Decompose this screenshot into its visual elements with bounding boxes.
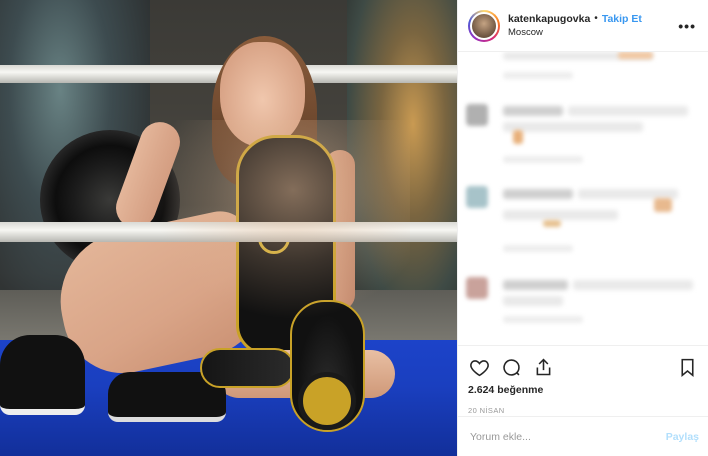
- comments-list-blurred: [458, 52, 708, 345]
- comment-input[interactable]: [470, 430, 666, 443]
- blurred-comment-text: [503, 122, 643, 132]
- blurred-meta: [503, 156, 583, 163]
- post-header: katenkapugovka • Takip Et Moscow •••: [458, 0, 708, 52]
- blurred-comment-text: [568, 106, 688, 116]
- share-icon[interactable]: [532, 356, 554, 378]
- blurred-emoji: [618, 52, 653, 59]
- post-comment-button[interactable]: Paylaş: [666, 431, 699, 443]
- username-link[interactable]: katenkapugovka: [508, 12, 590, 26]
- heart-icon[interactable]: [468, 356, 490, 378]
- blurred-comment-text: [503, 296, 563, 306]
- glove-logo: [298, 372, 356, 430]
- post-date[interactable]: 20 NİSAN: [468, 406, 698, 415]
- blurred-avatar: [466, 277, 488, 299]
- avatar[interactable]: [468, 9, 500, 42]
- blurred-comment-text: [503, 210, 618, 220]
- blurred-username: [503, 280, 568, 290]
- blurred-emoji: [513, 130, 523, 144]
- blurred-username: [503, 189, 573, 199]
- header-text: katenkapugovka • Takip Et Moscow: [508, 12, 678, 40]
- blurred-comment-text: [573, 280, 693, 290]
- blurred-emoji: [654, 198, 672, 212]
- comment-box: Paylaş: [458, 416, 708, 456]
- blurred-avatar: [466, 104, 488, 126]
- header-row: katenkapugovka • Takip Et: [508, 12, 678, 26]
- location-link[interactable]: Moscow: [508, 26, 678, 40]
- comment-bubble-icon[interactable]: [500, 356, 522, 378]
- blurred-meta: [503, 72, 573, 79]
- bookmark-icon[interactable]: [676, 356, 698, 378]
- boxing-glove-side: [200, 348, 295, 388]
- post-actions: 2.624 beğenme 20 NİSAN: [458, 345, 708, 415]
- post-photo[interactable]: B: [0, 0, 457, 456]
- action-icons-row: [468, 354, 698, 380]
- blurred-avatar: [466, 186, 488, 208]
- separator-dot: •: [594, 12, 598, 24]
- post-side-panel: katenkapugovka • Takip Et Moscow ••• 2.6…: [457, 0, 708, 456]
- boxing-shoe-left: [0, 335, 85, 415]
- blurred-meta: [503, 245, 573, 252]
- blurred-emoji: [543, 220, 561, 227]
- photo-highlight: [150, 120, 410, 320]
- blurred-meta: [503, 316, 583, 323]
- more-horizontal-icon[interactable]: •••: [678, 18, 696, 34]
- follow-button[interactable]: Takip Et: [602, 12, 642, 26]
- avatar-image: [470, 11, 498, 40]
- blurred-username: [503, 106, 563, 116]
- likes-count[interactable]: 2.624 beğenme: [468, 384, 698, 396]
